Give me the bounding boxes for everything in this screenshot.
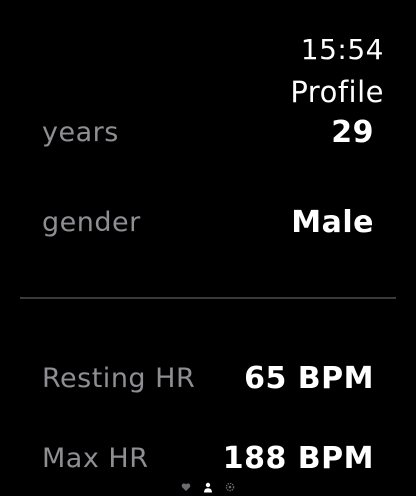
profile-row-max-hr[interactable]: Max HR 188 BPM	[42, 436, 374, 480]
years-label: years	[42, 116, 119, 148]
section-divider	[20, 297, 396, 299]
profile-row-resting-hr[interactable]: Resting HR 65 BPM	[42, 356, 374, 400]
max-hr-label: Max HR	[42, 442, 149, 474]
person-icon[interactable]	[202, 481, 214, 493]
profile-row-gender[interactable]: gender Male	[42, 200, 374, 244]
resting-hr-value: 65 BPM	[244, 360, 374, 396]
status-time: 15:54	[300, 33, 384, 66]
years-value: 29	[331, 114, 374, 150]
max-hr-value: 188 BPM	[222, 440, 374, 476]
gender-value: Male	[291, 204, 374, 240]
page-title: Profile	[290, 75, 384, 109]
gender-label: gender	[42, 206, 141, 238]
resting-hr-label: Resting HR	[42, 362, 196, 394]
profile-row-years[interactable]: years 29	[42, 110, 374, 154]
page-indicator[interactable]	[0, 480, 416, 494]
gear-icon[interactable]	[224, 481, 236, 493]
heart-icon[interactable]	[180, 481, 192, 493]
